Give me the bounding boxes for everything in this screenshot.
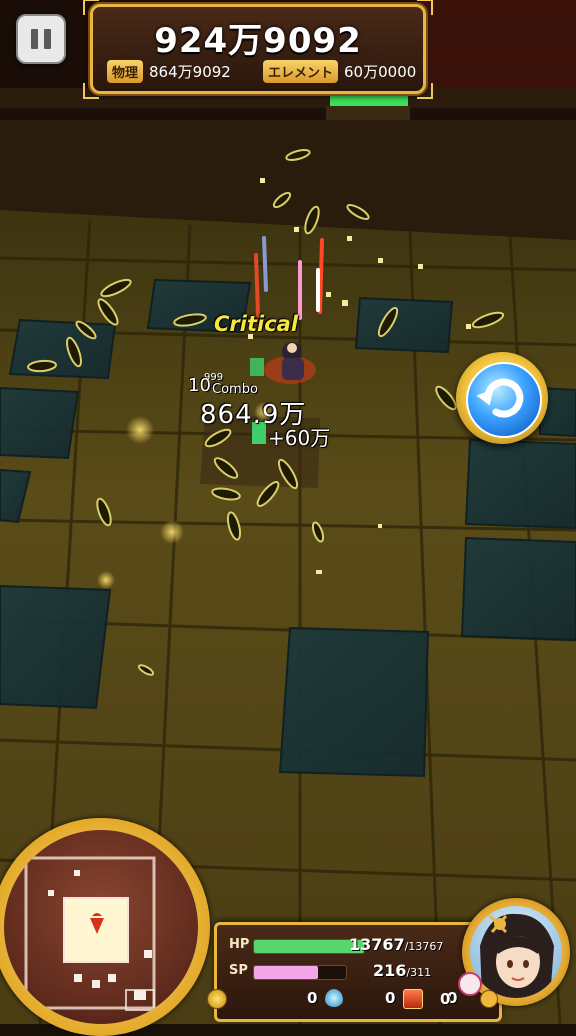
coin-count: 0 xyxy=(307,989,318,1007)
sp-bar-fill xyxy=(254,966,318,979)
chest-icon xyxy=(403,989,423,1009)
score-panel: 924万9092 物理 864万9092 エレメント 60万0000 xyxy=(83,0,433,99)
physical-value: 864万9092 xyxy=(149,62,231,81)
bolt-icon xyxy=(480,990,498,1008)
item-icon xyxy=(458,972,482,996)
rotate-button[interactable] xyxy=(456,352,548,444)
hp-bar-fill xyxy=(254,940,364,953)
minimap[interactable] xyxy=(0,818,210,1036)
element-score: エレメント 60万0000 xyxy=(263,59,416,83)
sp-label: SP xyxy=(229,963,248,978)
pause-button[interactable] xyxy=(16,14,66,64)
pause-icon xyxy=(31,29,38,49)
character-portrait[interactable]: 0 xyxy=(440,898,570,1008)
element-value: 60万0000 xyxy=(344,62,417,81)
critical-text: Critical xyxy=(214,312,299,336)
status-panel: HP 13767/13767 SP 216/311 0 0 0 xyxy=(207,922,502,1022)
drop-count: 0 xyxy=(385,989,396,1007)
hp-value: 13767/13767 xyxy=(349,935,444,954)
damage-bonus: +60万 xyxy=(268,426,331,450)
sp-bar xyxy=(253,965,347,980)
hp-label: HP xyxy=(229,937,250,952)
character-avatar xyxy=(480,913,554,998)
rotate-icon xyxy=(476,378,524,418)
total-score: 924万9092 xyxy=(154,21,362,61)
sp-value: 216/311 xyxy=(373,961,432,980)
coin-icon xyxy=(207,989,227,1009)
item-count: 0 xyxy=(440,990,451,1008)
minimap-view xyxy=(24,856,156,1011)
element-tag: エレメント xyxy=(263,59,339,83)
drop-icon xyxy=(325,989,343,1007)
combo-count: 10 xyxy=(188,375,211,396)
physical-score: 物理 864万9092 xyxy=(107,59,231,83)
physical-tag: 物理 xyxy=(107,59,144,83)
